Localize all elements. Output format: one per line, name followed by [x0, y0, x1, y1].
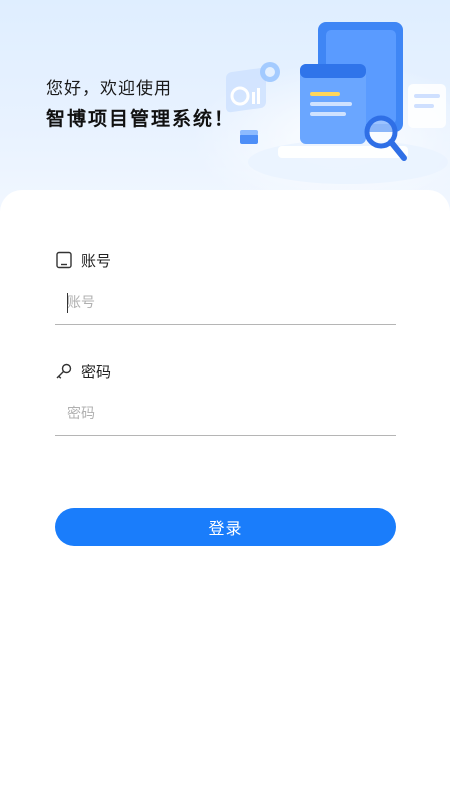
system-name-title: 智博项目管理系统！ — [46, 108, 236, 130]
password-label-text: 密码 — [81, 362, 112, 381]
greeting-text: 您好，欢迎使用 — [46, 79, 172, 99]
phone-icon — [55, 251, 73, 269]
login-button[interactable]: 登录 — [55, 508, 396, 546]
account-input[interactable] — [55, 281, 396, 325]
chart-card-illustration — [226, 67, 266, 113]
header-illustration — [226, 22, 448, 184]
account-label-text: 账号 — [81, 251, 112, 270]
login-page: 您好，欢迎使用 智博项目管理系统！ 账号 账号 密码 登录 — [0, 0, 450, 800]
password-label: 密码 — [55, 359, 111, 383]
password-input[interactable] — [55, 392, 396, 436]
key-icon — [55, 362, 73, 380]
text-caret — [67, 293, 68, 313]
account-label: 账号 — [55, 248, 111, 272]
